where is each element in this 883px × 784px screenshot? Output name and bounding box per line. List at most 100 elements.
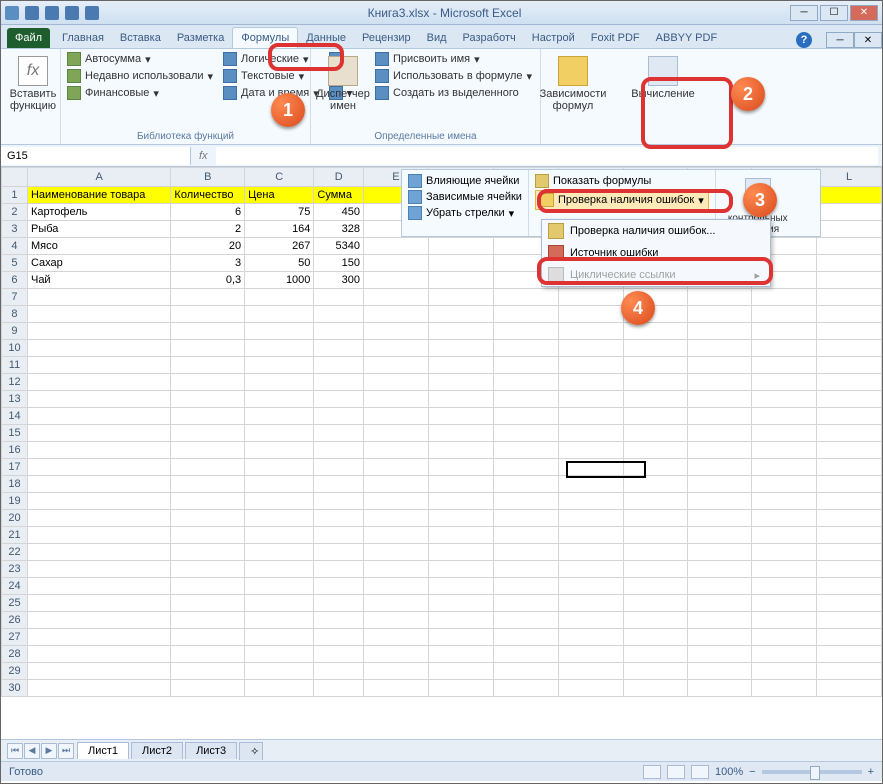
cell[interactable] [817,357,882,374]
cell[interactable] [623,340,687,357]
cell[interactable] [687,306,751,323]
cell[interactable] [687,510,751,527]
create-from-selection-button[interactable]: Создать из выделенного [375,86,532,100]
cell[interactable] [314,493,364,510]
row-header-14[interactable]: 14 [2,408,28,425]
cell[interactable] [493,340,558,357]
cell[interactable] [364,493,429,510]
cell[interactable] [493,306,558,323]
cell[interactable] [171,629,245,646]
cell[interactable]: Наименование товара [27,187,170,204]
cell[interactable] [428,272,493,289]
cell[interactable] [364,391,429,408]
cell[interactable] [493,425,558,442]
cell[interactable] [558,493,623,510]
view-normal-button[interactable] [643,765,661,779]
cell[interactable] [623,527,687,544]
row-header-21[interactable]: 21 [2,527,28,544]
row-header-5[interactable]: 5 [2,255,28,272]
view-pagebreak-button[interactable] [691,765,709,779]
sheet-nav-prev[interactable]: ◀ [24,743,40,759]
cell[interactable]: Картофель [27,204,170,221]
cell[interactable] [428,340,493,357]
row-header-20[interactable]: 20 [2,510,28,527]
cell[interactable] [428,323,493,340]
cell[interactable] [314,595,364,612]
cell[interactable] [364,459,429,476]
cell[interactable] [752,561,817,578]
cell[interactable] [493,357,558,374]
cell[interactable] [687,425,751,442]
cell[interactable] [245,493,314,510]
cell[interactable] [428,306,493,323]
row-header-11[interactable]: 11 [2,357,28,374]
cell[interactable] [27,374,170,391]
doc-minimize-button[interactable]: ─ [826,32,854,48]
cell[interactable] [558,442,623,459]
cell[interactable] [687,323,751,340]
cell[interactable] [364,255,429,272]
financial-button[interactable]: Финансовые ▾ [67,86,213,100]
tab-разработч[interactable]: Разработч [455,28,524,48]
cell[interactable] [27,476,170,493]
cell[interactable] [428,374,493,391]
sheet-tab-Лист2[interactable]: Лист2 [131,742,183,759]
cell[interactable] [752,578,817,595]
formula-bar[interactable] [216,147,878,165]
insert-function-button[interactable]: fx Вставить функцию [7,52,59,116]
cell[interactable] [687,544,751,561]
cell[interactable] [752,289,817,306]
col-header-A[interactable]: A [27,168,170,187]
cell[interactable] [623,578,687,595]
cell[interactable] [27,425,170,442]
cell[interactable] [171,408,245,425]
cell[interactable] [245,408,314,425]
cell[interactable] [558,578,623,595]
name-manager-button[interactable]: Диспетчер имен [317,52,369,116]
cell[interactable] [364,425,429,442]
cell[interactable] [493,629,558,646]
redo-icon[interactable] [65,6,79,20]
cell[interactable] [623,561,687,578]
cell[interactable] [752,544,817,561]
row-header-1[interactable]: 1 [2,187,28,204]
cell[interactable]: 2 [171,221,245,238]
row-header-13[interactable]: 13 [2,391,28,408]
row-header-10[interactable]: 10 [2,340,28,357]
cell[interactable] [817,595,882,612]
cell[interactable] [171,340,245,357]
cell[interactable] [171,612,245,629]
cell[interactable] [171,595,245,612]
cell[interactable] [623,323,687,340]
row-header-18[interactable]: 18 [2,476,28,493]
cell[interactable] [687,595,751,612]
sheet-nav-last[interactable]: ⏭ [58,743,74,759]
cell[interactable]: 75 [245,204,314,221]
cell[interactable] [817,238,882,255]
row-header-30[interactable]: 30 [2,680,28,697]
cell[interactable] [817,391,882,408]
cell[interactable] [752,476,817,493]
col-header-B[interactable]: B [171,168,245,187]
use-in-formula-button[interactable]: Использовать в формуле ▾ [375,69,532,83]
cell[interactable] [428,663,493,680]
cell[interactable] [364,357,429,374]
cell[interactable] [428,510,493,527]
tab-разметка[interactable]: Разметка [169,28,233,48]
cell[interactable] [171,306,245,323]
name-box-input[interactable] [7,150,184,162]
cell[interactable] [752,680,817,697]
cell[interactable] [364,272,429,289]
cell[interactable] [623,646,687,663]
cell[interactable] [245,561,314,578]
text-button[interactable]: Текстовые ▾ [223,69,319,83]
cell[interactable] [364,680,429,697]
cell[interactable] [27,612,170,629]
row-header-28[interactable]: 28 [2,646,28,663]
cell[interactable] [245,680,314,697]
new-sheet-button[interactable]: ✧ [239,742,263,760]
row-header-24[interactable]: 24 [2,578,28,595]
cell[interactable] [171,391,245,408]
cell[interactable]: Мясо [27,238,170,255]
cell[interactable] [623,425,687,442]
